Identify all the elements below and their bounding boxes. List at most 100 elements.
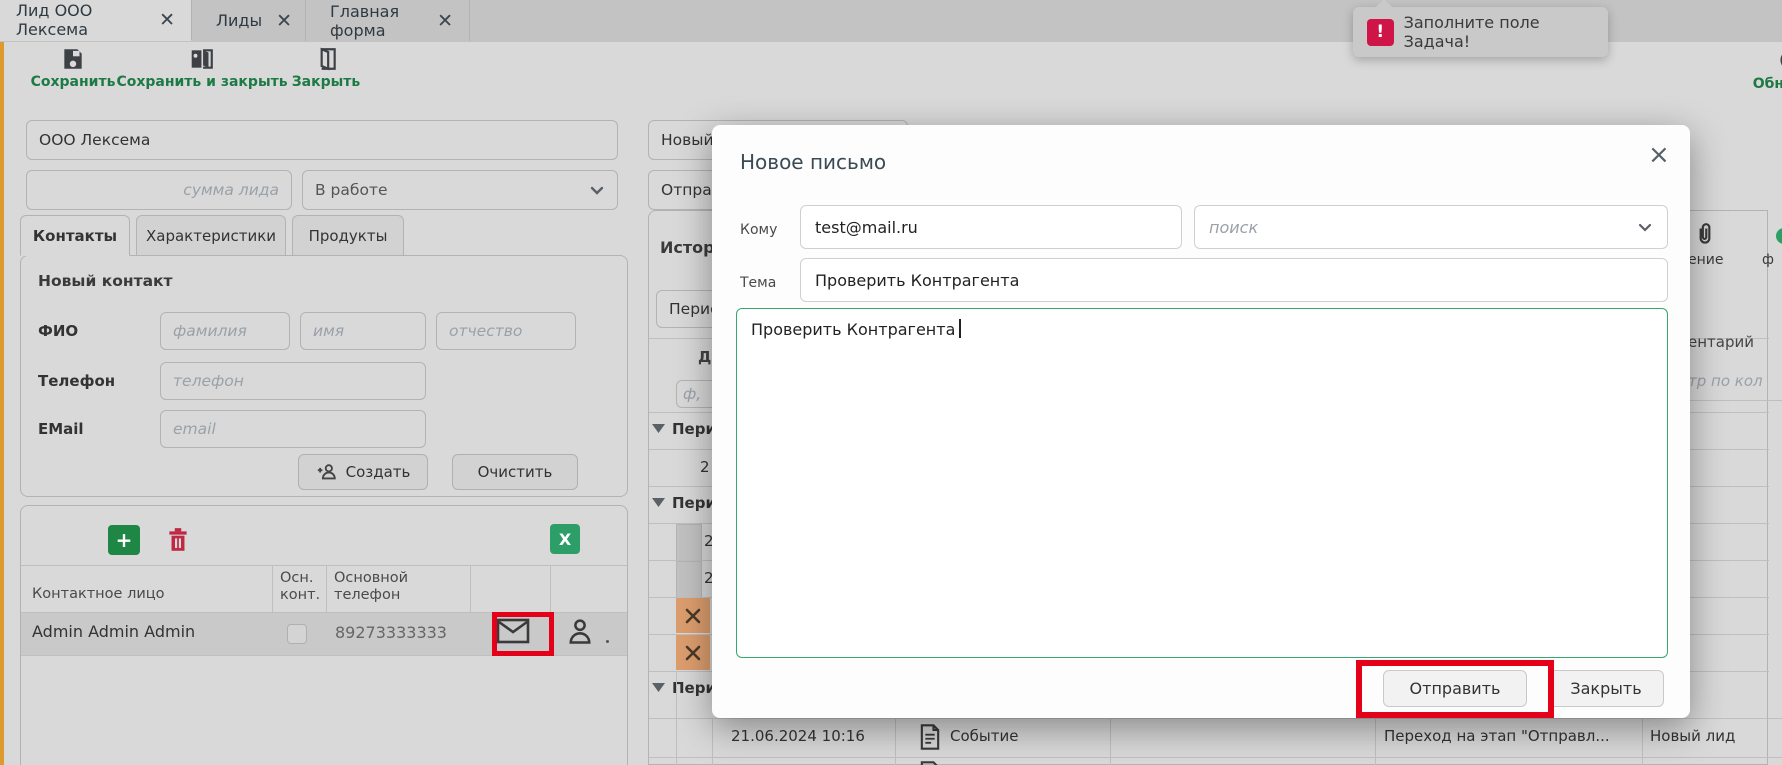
history-data-row[interactable]: 2 xyxy=(700,458,710,476)
paperclip-icon[interactable] xyxy=(1692,222,1718,248)
door-close-icon xyxy=(313,46,339,72)
group-collapse-icon[interactable] xyxy=(652,498,665,508)
filter-icon[interactable] xyxy=(1774,226,1782,244)
history-event-stage[interactable]: Переход на этап "Отправл... xyxy=(1384,727,1610,745)
row-menu-dot-icon xyxy=(606,640,609,643)
contact-main-checkbox[interactable] xyxy=(287,624,307,644)
text-cursor xyxy=(959,319,961,338)
close-form-button[interactable]: Закрыть xyxy=(290,46,362,98)
event-document-icon xyxy=(918,723,942,751)
person-add-icon xyxy=(316,461,338,483)
create-contact-label: Создать xyxy=(346,463,411,481)
tab-characteristics[interactable]: Характеристики xyxy=(136,215,286,256)
tab-leads[interactable]: Лиды ✕ xyxy=(200,0,306,41)
contact-phone-cell: 89273333333 xyxy=(335,623,447,642)
contact-name-cell: Admin Admin Admin xyxy=(32,622,195,641)
tab-characteristics-label: Характеристики xyxy=(146,227,276,245)
history-filter-placeholder: ф, xyxy=(683,385,701,403)
tab-lead[interactable]: Лид ООО Лексема ✕ xyxy=(0,0,192,41)
save-and-close-icon xyxy=(189,46,215,72)
subject-input[interactable]: Проверить Контрагента xyxy=(800,258,1668,302)
clear-contact-label: Очистить xyxy=(478,463,553,481)
lead-name-input[interactable]: ООО Лексема xyxy=(26,120,618,160)
lead-status-select[interactable]: В работе xyxy=(302,170,618,210)
group-collapse-icon[interactable] xyxy=(652,424,665,434)
col-main-phone[interactable]: Основной телефон xyxy=(334,570,408,604)
phone-label: Телефон xyxy=(38,372,115,390)
email-placeholder: email xyxy=(173,420,216,438)
app-window: Лид ООО Лексема ✕ Лиды ✕ Главная форма ✕… xyxy=(0,0,1782,765)
create-contact-button[interactable]: Создать xyxy=(298,454,428,490)
chevron-down-icon xyxy=(589,182,605,198)
event-document-icon xyxy=(918,760,942,765)
phone-input[interactable]: телефон xyxy=(160,362,426,400)
tab-lead-label: Лид ООО Лексема xyxy=(16,1,145,39)
tab-main-form-label: Главная форма xyxy=(330,2,423,40)
lastname-placeholder: фамилия xyxy=(173,322,247,340)
firstname-input[interactable]: имя xyxy=(300,312,426,350)
subject-value: Проверить Контрагента xyxy=(815,271,1019,290)
close-form-label: Закрыть xyxy=(292,74,361,90)
email-body-textarea[interactable]: Проверить Контрагента xyxy=(736,308,1668,658)
group-collapse-icon[interactable] xyxy=(652,683,665,693)
lastname-input[interactable]: фамилия xyxy=(160,312,290,350)
recipient-search-placeholder: поиск xyxy=(1209,218,1637,237)
filter-button-label-cut[interactable]: ф xyxy=(1762,252,1774,268)
delete-row-button[interactable] xyxy=(162,524,194,556)
close-modal-button[interactable]: Закрыть xyxy=(1548,670,1664,707)
tab-leads-close-icon[interactable]: ✕ xyxy=(276,10,292,32)
history-col-header-cut[interactable]: Д xyxy=(698,348,711,366)
export-excel-button[interactable]: X xyxy=(550,524,580,554)
send-button[interactable]: Отправить xyxy=(1383,670,1527,707)
subject-label: Тема xyxy=(740,275,776,291)
col-contact-person[interactable]: Контактное лицо xyxy=(32,586,165,603)
tab-lead-close-icon[interactable]: ✕ xyxy=(159,9,175,31)
save-and-close-button[interactable]: Сохранить и закрыть xyxy=(128,46,276,98)
history-event-result[interactable]: Новый лид xyxy=(1650,727,1735,745)
tab-products[interactable]: Продукты xyxy=(292,215,404,256)
history-row-marker xyxy=(676,561,702,598)
history-x-marker-icon[interactable] xyxy=(676,598,710,633)
save-button[interactable]: Сохранить xyxy=(28,46,118,98)
send-button-label: Отправить xyxy=(1410,679,1501,698)
history-event-date[interactable]: 21.06.2024 10:16 xyxy=(731,727,865,745)
email-body-text: Проверить Контрагента xyxy=(751,320,955,339)
plus-icon: + xyxy=(116,530,133,550)
col-main-contact[interactable]: Осн. конт. xyxy=(280,570,320,604)
history-x-marker-icon[interactable] xyxy=(676,635,710,670)
modal-title: Новое письмо xyxy=(740,150,886,174)
tab-products-label: Продукты xyxy=(309,227,388,245)
lead-sum-input[interactable]: сумма лида xyxy=(26,170,292,210)
email-label: EMail xyxy=(38,420,84,438)
close-modal-button-label: Закрыть xyxy=(1570,679,1641,698)
to-input[interactable]: test@mail.ru xyxy=(800,205,1182,249)
email-input[interactable]: email xyxy=(160,410,426,448)
phone-placeholder: телефон xyxy=(173,372,244,390)
clear-contact-button[interactable]: Очистить xyxy=(452,454,578,490)
modal-close-icon[interactable]: × xyxy=(1648,142,1670,168)
add-row-button[interactable]: + xyxy=(108,525,140,555)
toast-notch xyxy=(1375,0,1393,8)
history-event-type[interactable]: Событие xyxy=(950,727,1018,745)
toast-message: Заполните поле Задача! xyxy=(1404,13,1608,51)
tab-leads-label: Лиды xyxy=(216,11,262,30)
to-label: Кому xyxy=(740,222,777,238)
recipient-search-select[interactable]: поиск xyxy=(1194,205,1668,249)
new-contact-title: Новый контакт xyxy=(38,272,173,290)
middlename-placeholder: отчество xyxy=(449,322,522,340)
tab-main-form-close-icon[interactable]: ✕ xyxy=(437,10,453,32)
send-email-icon[interactable] xyxy=(496,618,530,644)
tab-contacts[interactable]: Контакты xyxy=(20,215,130,256)
validation-toast[interactable]: ! Заполните поле Задача! xyxy=(1353,7,1608,57)
save-label: Сохранить xyxy=(31,74,116,90)
fio-label: ФИО xyxy=(38,322,78,340)
tab-main-form[interactable]: Главная форма ✕ xyxy=(314,0,470,41)
contact-person-icon[interactable] xyxy=(566,616,594,646)
save-icon xyxy=(60,46,86,72)
firstname-placeholder: имя xyxy=(313,322,344,340)
middlename-input[interactable]: отчество xyxy=(436,312,576,350)
attachment-button-label-cut[interactable]: ение xyxy=(1688,252,1723,268)
history-right-filter-placeholder-cut[interactable]: тр по кол xyxy=(1688,372,1763,390)
refresh-button[interactable]: Обновить xyxy=(1746,46,1782,98)
refresh-icon xyxy=(1777,46,1782,74)
